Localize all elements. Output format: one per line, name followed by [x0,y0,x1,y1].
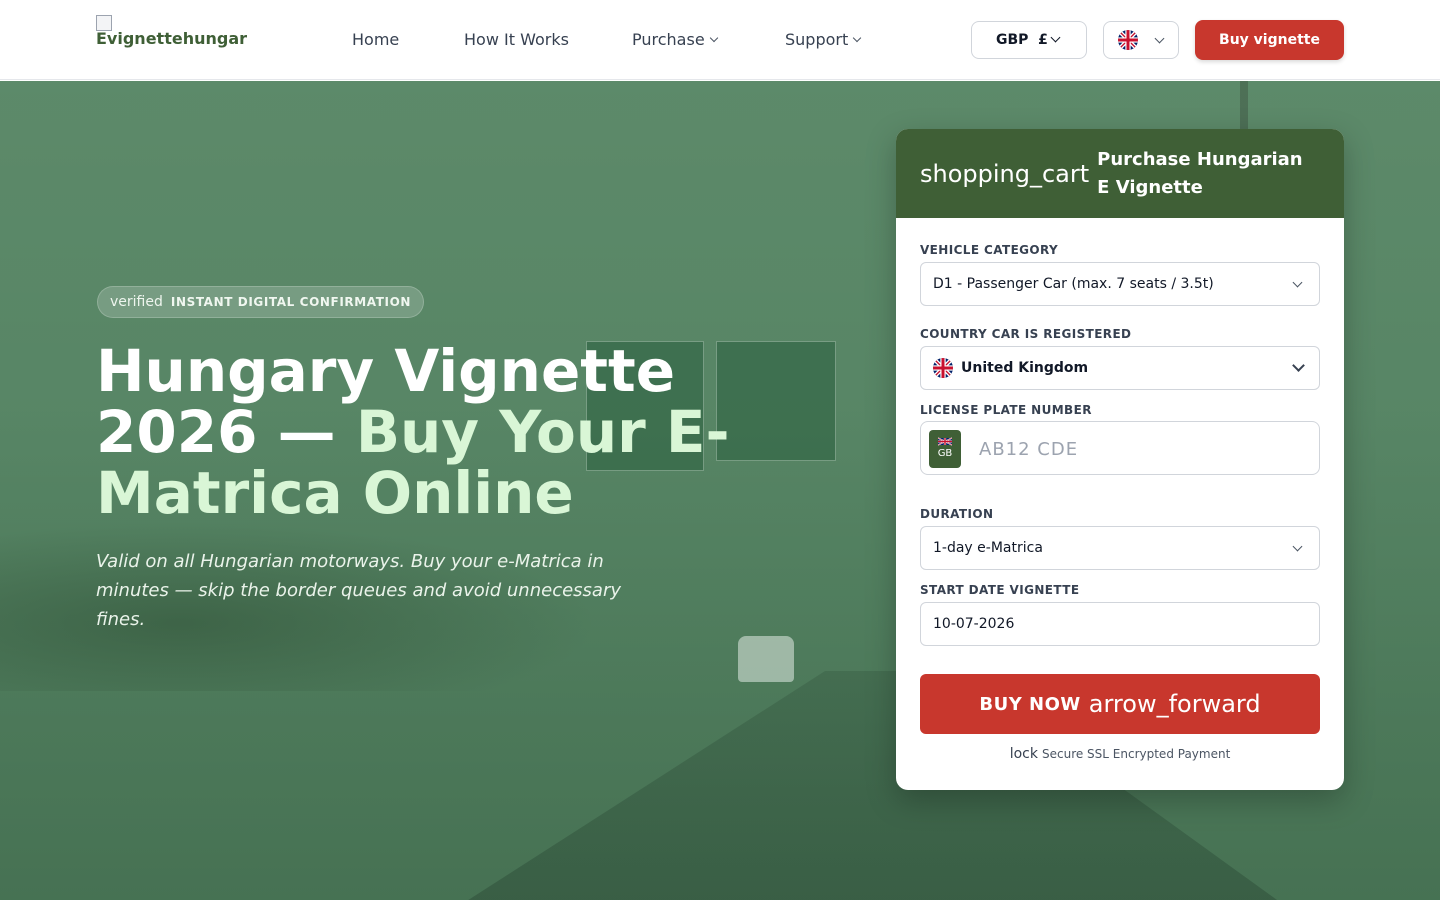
purchase-form-card: shopping_cart Purchase Hungarian E Vigne… [896,129,1344,790]
vehicle-category-value: D1 - Passenger Car (max. 7 seats / 3.5t) [933,276,1214,292]
language-selector[interactable] [1103,21,1179,59]
start-date-value: 10-07-2026 [933,616,1015,632]
lock-icon: lock [1009,746,1038,762]
duration-select[interactable]: 1-day e-Matrica [920,526,1320,570]
secure-payment-note: lock Secure SSL Encrypted Payment [896,746,1344,762]
secure-payment-text: Secure SSL Encrypted Payment [1041,747,1231,761]
license-plate-label: LICENSE PLATE NUMBER [920,403,1092,417]
country-label: COUNTRY CAR IS REGISTERED [920,327,1132,341]
nav-how-it-works-label: How It Works [464,30,569,49]
hero-section: verified INSTANT DIGITAL CONFIRMATION Hu… [0,81,1440,900]
chevron-down-icon [853,33,862,43]
arrow-forward-icon: arrow_forward [1088,690,1261,718]
chevron-down-icon [1292,359,1305,372]
buy-now-label: BUY NOW [979,693,1081,715]
country-select[interactable]: United Kingdom [920,346,1320,390]
nav-purchase[interactable]: Purchase [632,30,718,50]
verified-icon: verified [110,294,163,310]
duration-value: 1-day e-Matrica [933,540,1043,556]
uk-flag-icon [937,437,953,446]
hero-title: Hungary Vignette 2026 — Buy Your E-Matri… [96,341,736,524]
currency-label: GBP £ [996,32,1048,48]
nav-support[interactable]: Support [785,30,862,50]
site-logo[interactable]: Evignettehungar [96,15,256,49]
currency-selector[interactable]: GBP £ [971,21,1087,59]
chevron-down-icon [709,33,718,43]
hero-subtitle: Valid on all Hungarian motorways. Buy yo… [96,551,622,630]
badge-text: INSTANT DIGITAL CONFIRMATION [170,295,412,309]
license-plate-field: GB [920,421,1320,475]
plate-country-code: GB [937,448,953,459]
logo-alt-text: Evignettehungar [96,29,247,48]
form-title: Purchase Hungarian E Vignette [1097,148,1303,198]
background-car [738,636,794,682]
chevron-down-icon [1292,277,1303,288]
confirmation-badge: verified INSTANT DIGITAL CONFIRMATION [97,286,425,318]
chevron-down-icon [1292,541,1303,552]
nav-home-label: Home [352,30,400,49]
uk-flag-icon [1118,30,1138,50]
start-date-label: START DATE VIGNETTE [920,583,1080,597]
nav-purchase-label: Purchase [632,30,705,49]
chevron-down-icon [1154,33,1165,43]
chevron-down-icon [1050,32,1061,42]
nav-how-it-works[interactable]: How It Works [464,30,569,50]
uk-flag-icon [933,358,953,378]
nav-support-label: Support [785,30,849,49]
nav-home[interactable]: Home [352,30,399,50]
site-header: Evignettehungar Home How It Works Purcha… [0,0,1440,80]
plate-country-tag: GB [929,430,961,468]
license-plate-input[interactable] [979,434,1299,464]
country-value: United Kingdom [961,360,1089,376]
duration-label: DURATION [920,507,994,521]
vehicle-category-select[interactable]: D1 - Passenger Car (max. 7 seats / 3.5t) [920,262,1320,306]
form-header: shopping_cart Purchase Hungarian E Vigne… [896,129,1344,218]
shopping-cart-icon: shopping_cart [920,159,1090,188]
start-date-input[interactable]: 10-07-2026 [920,602,1320,646]
vehicle-category-label: VEHICLE CATEGORY [920,243,1059,257]
buy-vignette-button[interactable]: Buy vignette [1195,20,1344,60]
buy-now-button[interactable]: BUY NOW arrow_forward [920,674,1320,734]
